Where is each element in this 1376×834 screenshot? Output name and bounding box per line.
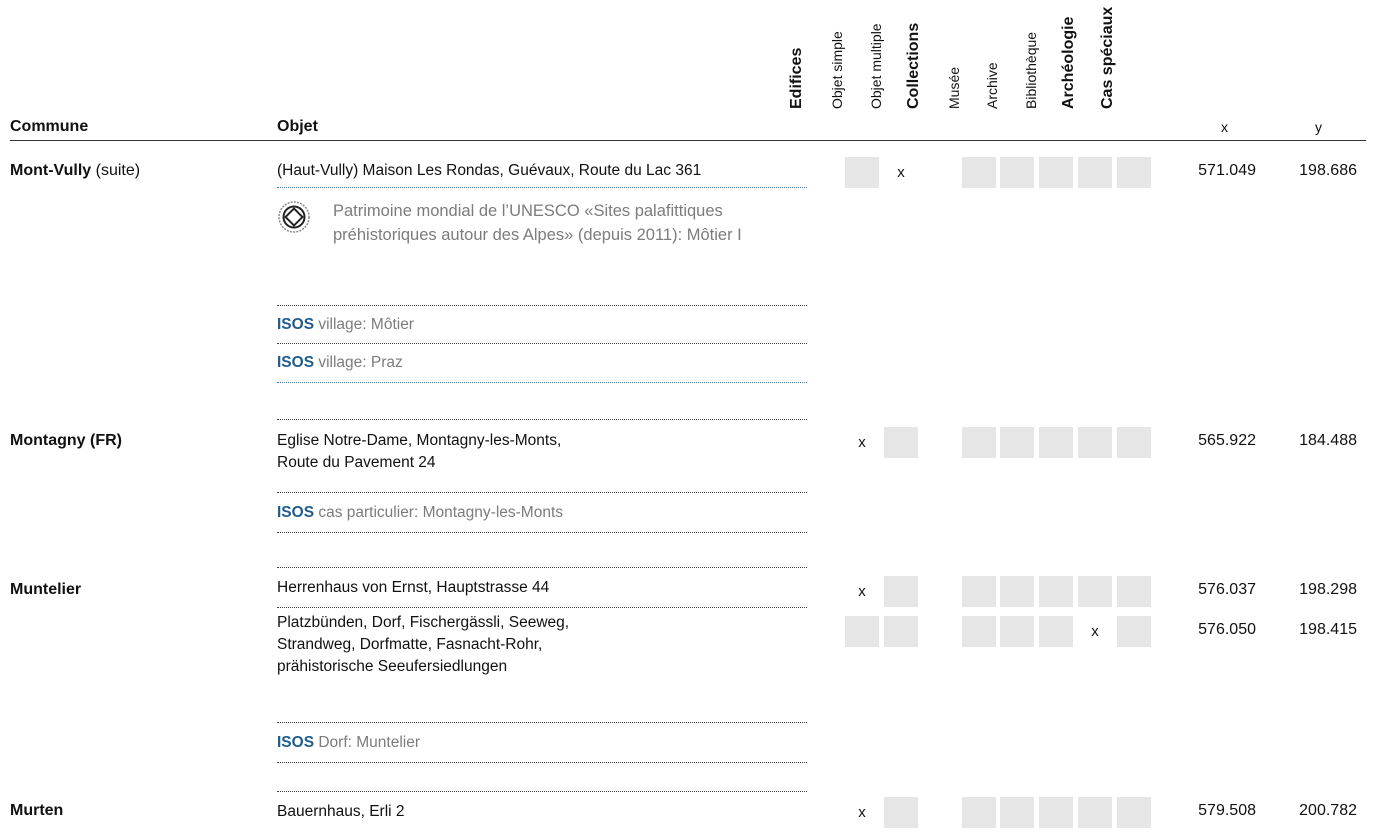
cell-archive xyxy=(1000,616,1034,647)
header-x: x xyxy=(1221,119,1228,135)
objet-platzbunden: Platzbünden, Dorf, Fischergässli, Seeweg… xyxy=(277,614,570,675)
objet-herrenhaus-von-ernst: Herrenhaus von Ernst, Hauptstrasse 44 xyxy=(277,567,807,608)
cell-cas-speciaux xyxy=(1117,576,1151,607)
cell-bibliotheque xyxy=(1039,616,1073,647)
cell-archive xyxy=(1000,157,1034,188)
coord-x: 576.037 xyxy=(1198,581,1256,598)
cell-archeologie xyxy=(1078,797,1112,828)
cell-cas-speciaux xyxy=(1117,797,1151,828)
cell-bibliotheque xyxy=(1039,427,1073,458)
cell-musee xyxy=(962,157,996,188)
objet-maison-les-rondas: (Haut-Vully) Maison Les Rondas, Guévaux,… xyxy=(277,160,807,188)
cell-archeologie xyxy=(1078,427,1112,458)
cell-bibliotheque xyxy=(1039,576,1073,607)
cell-archive xyxy=(1000,797,1034,828)
cell-cas-speciaux xyxy=(1117,157,1151,188)
cell-objet-multiple xyxy=(884,427,918,458)
cell-objet-simple xyxy=(845,616,879,647)
commune-montagny: Montagny (FR) xyxy=(10,432,122,449)
header-objet: Objet xyxy=(277,118,318,135)
cell-archeologie-x: x xyxy=(1078,616,1112,647)
coord-y: 198.298 xyxy=(1299,581,1357,598)
coord-y: 184.488 xyxy=(1299,432,1357,449)
isos-village-motier: ISOS village: Môtier xyxy=(277,305,807,344)
coord-x: 576.050 xyxy=(1198,621,1256,638)
commune-mont-vully: Mont-Vully (suite) xyxy=(10,162,141,179)
header-y: y xyxy=(1315,119,1322,135)
isos-dorf-muntelier: ISOS Dorf: Muntelier xyxy=(277,722,807,763)
cell-objet-multiple xyxy=(884,616,918,647)
cell-archive xyxy=(1000,427,1034,458)
cell-objet-multiple xyxy=(884,797,918,828)
cell-musee xyxy=(962,797,996,828)
unesco-world-heritage-icon xyxy=(278,201,310,233)
cell-cas-speciaux xyxy=(1117,427,1151,458)
unesco-text: Patrimoine mondial de l’UNESCO «Sites pa… xyxy=(333,202,742,244)
cell-musee xyxy=(962,576,996,607)
cell-objet-multiple xyxy=(884,576,918,607)
cell-musee xyxy=(962,616,996,647)
cell-archeologie xyxy=(1078,576,1112,607)
coord-x: 579.508 xyxy=(1198,802,1256,819)
cell-objet-multiple-x: x xyxy=(884,157,918,188)
coord-x: 565.922 xyxy=(1198,432,1256,449)
coord-y: 198.686 xyxy=(1299,162,1357,179)
cell-archeologie xyxy=(1078,157,1112,188)
coord-y: 198.415 xyxy=(1299,621,1357,638)
cell-bibliotheque xyxy=(1039,797,1073,828)
commune-muntelier: Muntelier xyxy=(10,581,82,598)
cell-objet-simple-x: x xyxy=(845,797,879,828)
header-commune: Commune xyxy=(10,118,89,135)
objet-eglise-notre-dame: Eglise Notre-Dame, Montagny-les-Monts, R… xyxy=(277,419,807,491)
cell-cas-speciaux xyxy=(1117,616,1151,647)
coord-y: 200.782 xyxy=(1299,802,1357,819)
cell-objet-simple-x: x xyxy=(845,576,879,607)
coord-x: 571.049 xyxy=(1198,162,1256,179)
isos-village-praz: ISOS village: Praz xyxy=(277,344,807,383)
cell-objet-simple xyxy=(845,157,879,188)
isos-cas-particulier: ISOS cas particulier: Montagny-les-Monts xyxy=(277,492,807,533)
cell-objet-simple-x: x xyxy=(845,427,879,458)
commune-murten: Murten xyxy=(10,802,64,819)
header-rule xyxy=(10,140,1366,141)
cell-bibliotheque xyxy=(1039,157,1073,188)
cell-archive xyxy=(1000,576,1034,607)
objet-bauernhaus-erli: Bauernhaus, Erli 2 xyxy=(277,791,807,827)
cell-musee xyxy=(962,427,996,458)
